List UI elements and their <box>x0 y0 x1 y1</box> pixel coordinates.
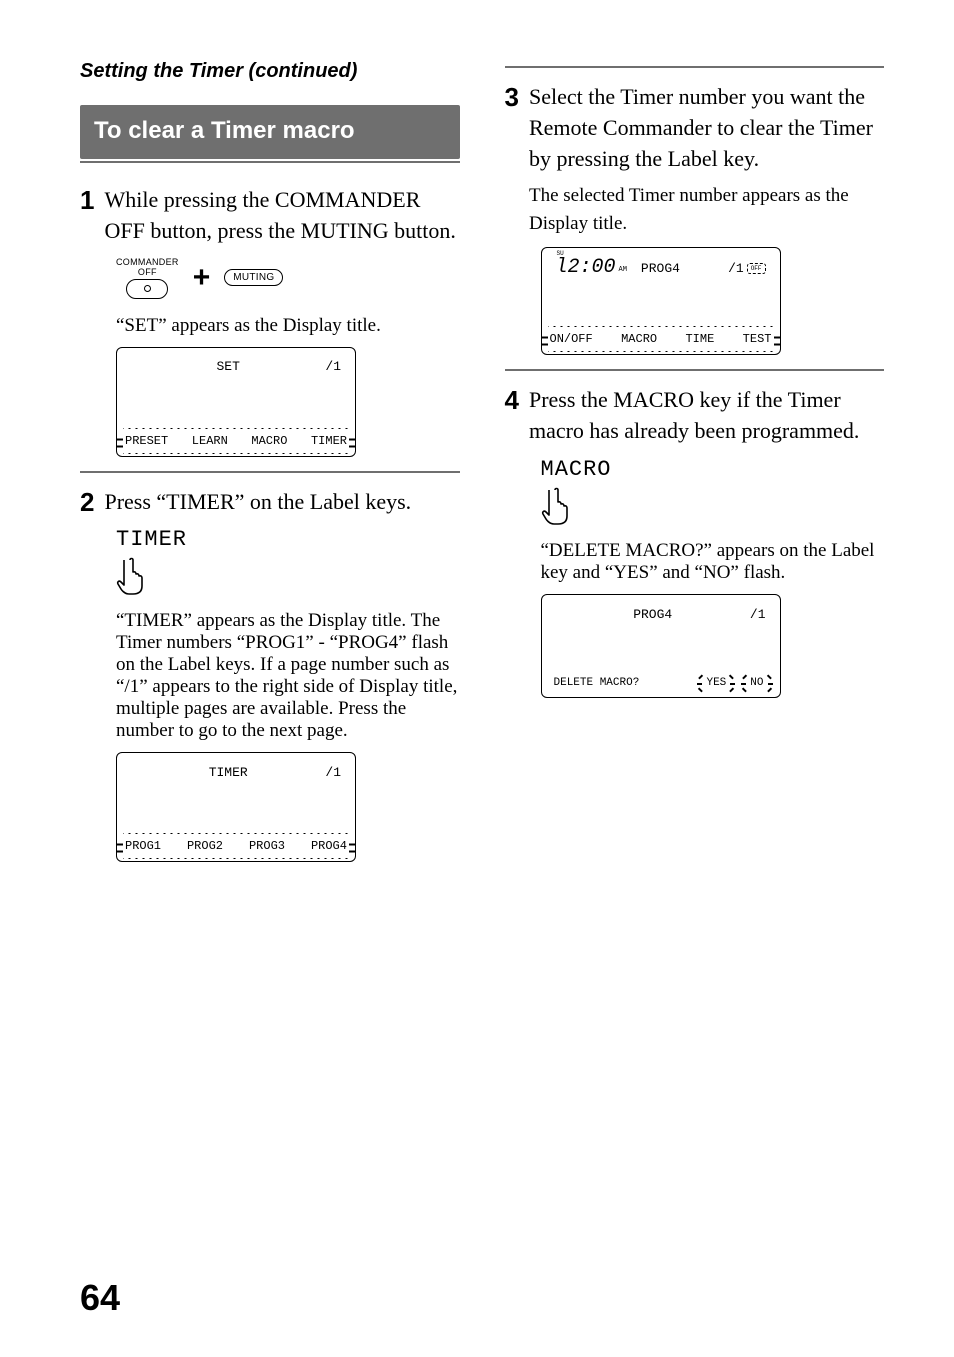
step-3: 3 Select the Timer number you want the R… <box>505 82 885 237</box>
lcd-set-label-learn: LEARN <box>192 434 228 448</box>
lcd-yes-option: YES <box>702 677 730 689</box>
lcd-timer-label-prog2: PROG2 <box>187 839 223 853</box>
lcd-set-title: SET <box>131 359 325 374</box>
continued-header: Setting the Timer (continued) <box>80 60 460 83</box>
lcd-prog4: SU l2:00 AM PROG4 /1 OFF <box>541 247 781 355</box>
lcd-no-option: NO <box>746 677 767 689</box>
lcd-clock-ampm: AM <box>619 267 627 274</box>
step-4: 4 Press the MACRO key if the Timer macro… <box>505 385 885 447</box>
lcd-delete-page: /1 <box>750 607 766 622</box>
lcd-set-label-macro: MACRO <box>251 434 287 448</box>
step-2-result: “TIMER” appears as the Display title. Th… <box>116 610 460 742</box>
lcd-prog4-label-macro: MACRO <box>621 332 657 346</box>
lcd-prog4-label-onoff: ON/OFF <box>550 332 593 346</box>
lcd-timer-label-prog3: PROG3 <box>249 839 285 853</box>
lcd-delete-question: DELETE MACRO? <box>554 677 640 689</box>
lcd-timer: TIMER /1 PROG1 PROG2 PROG3 PROG4 <box>116 752 356 862</box>
step-3-text: Select the Timer number you want the Rem… <box>529 84 873 171</box>
commander-label-bottom: OFF <box>138 267 157 277</box>
lcd-prog4-label-time: TIME <box>685 332 714 346</box>
muting-button: MUTING <box>224 269 283 286</box>
lcd-set-page: /1 <box>325 359 341 374</box>
lcd-delete-title: PROG4 <box>556 607 750 622</box>
hand-pointer-icon <box>541 486 575 526</box>
step-4-number: 4 <box>505 385 519 447</box>
step-4-text: Press the MACRO key if the Timer macro h… <box>529 387 859 443</box>
step-4-result: “DELETE MACRO?” appears on the Label key… <box>541 540 885 584</box>
step-1-number: 1 <box>80 185 94 247</box>
lcd-set-label-timer: TIMER <box>311 434 347 448</box>
lcd-prog4-label-test: TEST <box>743 332 772 346</box>
lcd-off-badge: OFF <box>747 263 766 274</box>
step-1: 1 While pressing the COMMANDER OFF butto… <box>80 185 460 247</box>
macro-key-label: MACRO <box>541 457 885 482</box>
right-column: 3 Select the Timer number you want the R… <box>505 60 885 868</box>
step-separator-3-4 <box>505 369 885 371</box>
button-combo-row: COMMANDER OFF + MUTING <box>116 257 460 299</box>
lcd-set-label-preset: PRESET <box>125 434 168 448</box>
lcd-timer-label-prog1: PROG1 <box>125 839 161 853</box>
commander-off-button: COMMANDER OFF <box>116 257 179 299</box>
lcd-delete-macro: PROG4 /1 DELETE MACRO? YES <box>541 594 781 698</box>
lcd-prog4-page: /1 <box>728 261 744 276</box>
left-column: Setting the Timer (continued) To clear a… <box>80 60 460 868</box>
step-separator-1-2 <box>80 471 460 473</box>
lcd-clock-day: SU <box>557 251 564 257</box>
hand-pointer-icon <box>116 556 150 596</box>
step-1-text: While pressing the COMMANDER OFF button,… <box>104 187 455 243</box>
lcd-set: SET /1 PRESET LEARN MACRO TIMER <box>116 347 356 457</box>
lcd-timer-page: /1 <box>325 765 341 780</box>
page-number: 64 <box>80 1277 120 1319</box>
lcd-clock-time: l2:00 <box>556 258 616 278</box>
step-3-number: 3 <box>505 82 519 237</box>
lcd-timer-label-prog4: PROG4 <box>311 839 347 853</box>
section-title: To clear a Timer macro <box>80 105 460 159</box>
section-rule <box>80 161 460 163</box>
step-2: 2 Press “TIMER” on the Label keys. <box>80 487 460 518</box>
plus-icon: + <box>193 263 211 293</box>
step-2-number: 2 <box>80 487 94 518</box>
lcd-clock: SU l2:00 AM <box>556 258 627 278</box>
commander-off-icon <box>126 279 168 299</box>
lcd-prog4-title: PROG4 <box>627 261 728 276</box>
lcd-timer-title: TIMER <box>131 765 325 780</box>
rule-above-step3 <box>505 66 885 68</box>
timer-key-label: TIMER <box>116 527 460 552</box>
step-2-text: Press “TIMER” on the Label keys. <box>104 489 411 514</box>
step-3-result: The selected Timer number appears as the… <box>529 182 884 237</box>
commander-label-top: COMMANDER <box>116 257 179 267</box>
step-1-result: “SET” appears as the Display title. <box>116 315 460 337</box>
